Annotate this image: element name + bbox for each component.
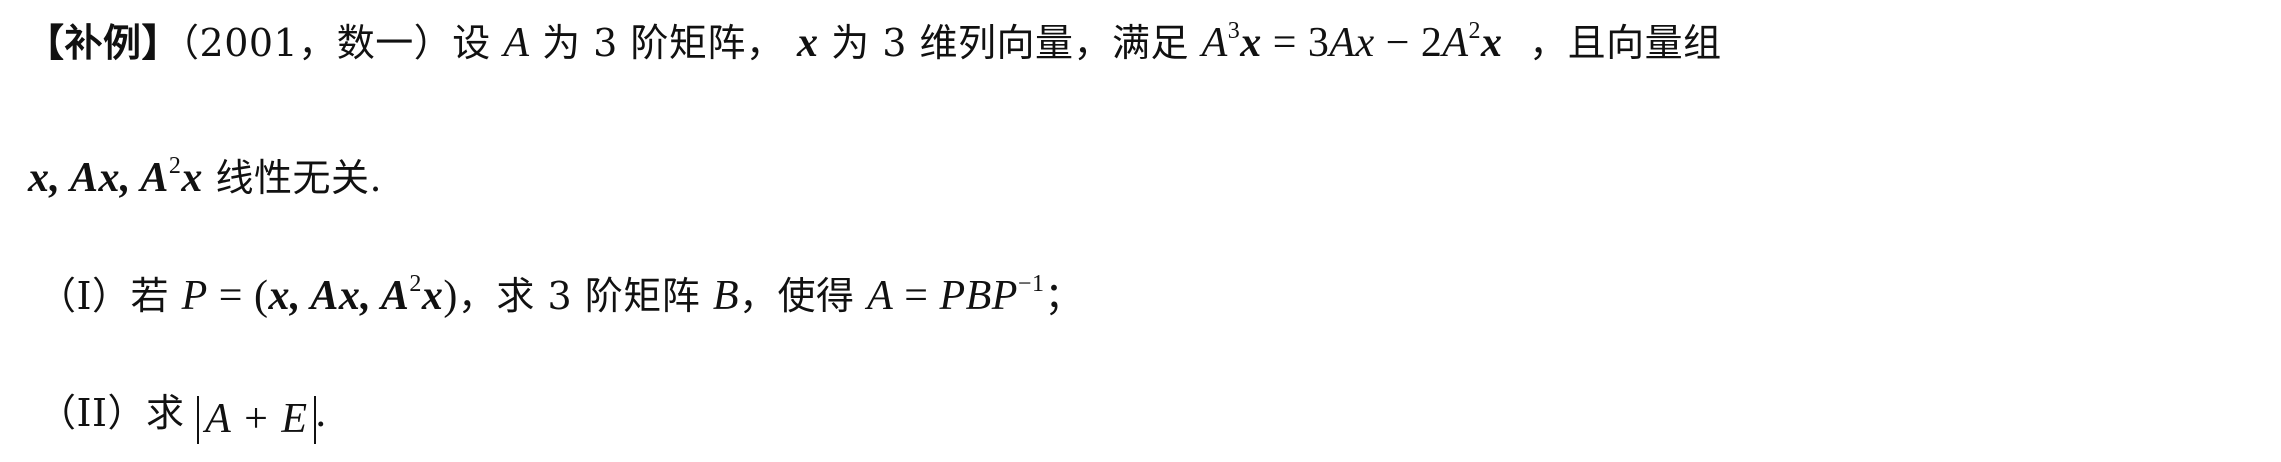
eq-var: x [1240,20,1262,66]
paren-close: ) [443,273,458,319]
part-label: （I） [38,274,131,318]
eq-base: A [1442,20,1469,66]
part-text: 若 [130,274,170,318]
stem-text: 为 3 阶矩阵， [542,21,785,65]
matrix-A: A [867,273,894,319]
vector-x: x [181,155,203,201]
problem-page: 【补例】（2001，数一）设 A 为 3 阶矩阵， x 为 3 维列向量，满足 … [0,0,2281,462]
equation: A3x = 3Ax − 2A2x [1201,18,1503,66]
eq-operator: − 2 [1374,20,1443,66]
matrix-A: A [503,20,530,66]
eq-base: A [1201,20,1228,66]
matrix-product: PBP [939,273,1018,319]
part-2: （II）求 A + E. [38,392,327,444]
eq-operator: = ( [207,273,269,319]
problem-stem-line-1: 【补例】（2001，数一）设 A 为 3 阶矩阵， x 为 3 维列向量，满足 … [26,18,1722,66]
stem-text: ，且向量组 [1529,21,1722,65]
part-end: . [315,390,327,436]
part-text: ，使得 [738,274,855,318]
stem-text: 线性无关. [215,156,383,200]
matrix-B: B [712,273,739,319]
part-text: ，求 3 阶矩阵 [457,274,701,318]
eq-operator: = 3 [1261,20,1330,66]
inverse-exponent: −1 [1017,271,1045,297]
example-tag: 【补例】 [26,20,181,65]
stem-text: 设 [452,21,491,65]
eq-operator: = [893,273,940,319]
part-1: （I）若 P = (x, Ax, A2x)，求 3 阶矩阵 B，使得 A = P… [38,272,1083,319]
eq-term: Ax [1329,20,1375,66]
vector-x: x [421,273,444,319]
eq-exponent: 2 [1468,18,1482,44]
part-text: 求 [146,391,185,435]
part-end: ； [1044,274,1083,318]
vector-group: x, Ax, A [268,273,410,319]
vector-group: x, Ax, A [28,155,169,201]
vector-exponent: 2 [168,153,182,179]
problem-source: （2001，数一） [180,21,453,65]
vector-x: x [797,20,819,66]
eq-exponent: 3 [1227,18,1241,44]
stem-text: 为 3 维列向量，满足 [831,21,1189,65]
part-label: （II） [38,391,147,435]
matrix-P: P [181,273,208,319]
determinant: A + E [197,396,316,444]
eq-var: x [1481,20,1503,66]
problem-stem-line-2: x, Ax, A2x 线性无关. [28,154,383,201]
vector-exponent: 2 [409,271,422,297]
